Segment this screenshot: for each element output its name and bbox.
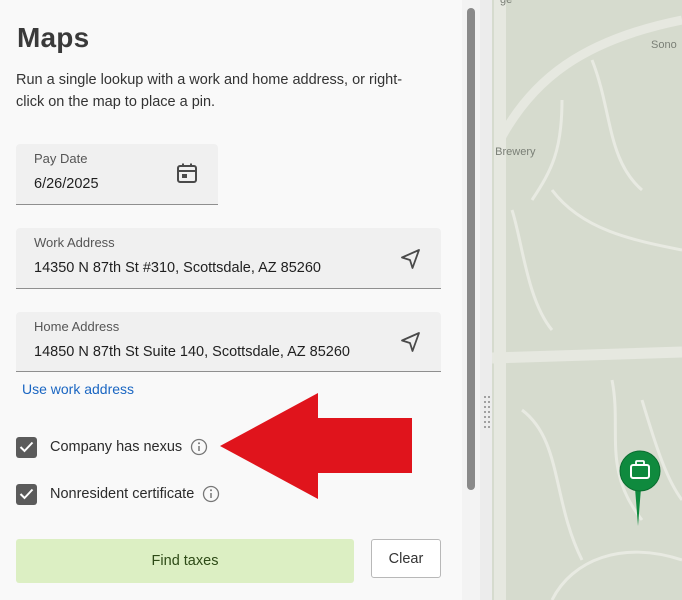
pay-date-value[interactable]: 6/26/2025: [34, 176, 99, 192]
drag-handle-icon[interactable]: [484, 396, 490, 432]
nonresident-label[interactable]: Nonresident certificate: [50, 486, 194, 502]
checkmark-icon: [19, 441, 34, 453]
maps-panel: Maps Run a single lookup with a work and…: [0, 0, 462, 600]
page-title: Maps: [17, 22, 90, 53]
panel-splitter[interactable]: [480, 0, 492, 600]
checkmark-icon: [19, 488, 34, 500]
pay-date-field[interactable]: Pay Date 6/26/2025: [16, 144, 218, 205]
map-roads: [492, 0, 682, 600]
find-taxes-button[interactable]: Find taxes: [16, 539, 354, 583]
home-address-label: Home Address: [34, 319, 120, 334]
map-label: ge: [500, 0, 513, 6]
work-address-field[interactable]: Work Address 14350 N 87th St #310, Scott…: [16, 228, 441, 289]
work-address-value[interactable]: 14350 N 87th St #310, Scottsdale, AZ 852…: [34, 260, 321, 276]
nonresident-row: Nonresident certificate: [16, 483, 220, 505]
use-work-address-link[interactable]: Use work address: [22, 381, 134, 397]
scrollbar-thumb[interactable]: [467, 8, 475, 490]
company-nexus-label[interactable]: Company has nexus: [50, 439, 182, 455]
work-address-label: Work Address: [34, 235, 115, 250]
map-label: Sono: [651, 39, 677, 51]
locate-arrow-icon[interactable]: [399, 330, 423, 354]
company-nexus-checkbox[interactable]: [16, 436, 37, 458]
company-nexus-row: Company has nexus: [16, 436, 208, 458]
pay-date-label: Pay Date: [34, 151, 88, 166]
red-arrow-annotation: [220, 393, 412, 499]
calendar-icon[interactable]: [175, 161, 199, 185]
map-view[interactable]: ge Sono n Brewery: [492, 0, 682, 600]
map-label: n Brewery: [492, 146, 536, 158]
home-address-field[interactable]: Home Address 14850 N 87th St Suite 140, …: [16, 312, 441, 372]
nonresident-checkbox[interactable]: [16, 483, 37, 505]
clear-button[interactable]: Clear: [371, 539, 441, 578]
info-icon[interactable]: [190, 438, 208, 456]
home-address-value[interactable]: 14850 N 87th St Suite 140, Scottsdale, A…: [34, 344, 350, 360]
locate-arrow-icon[interactable]: [399, 247, 423, 271]
page-description: Run a single lookup with a work and home…: [16, 72, 403, 110]
